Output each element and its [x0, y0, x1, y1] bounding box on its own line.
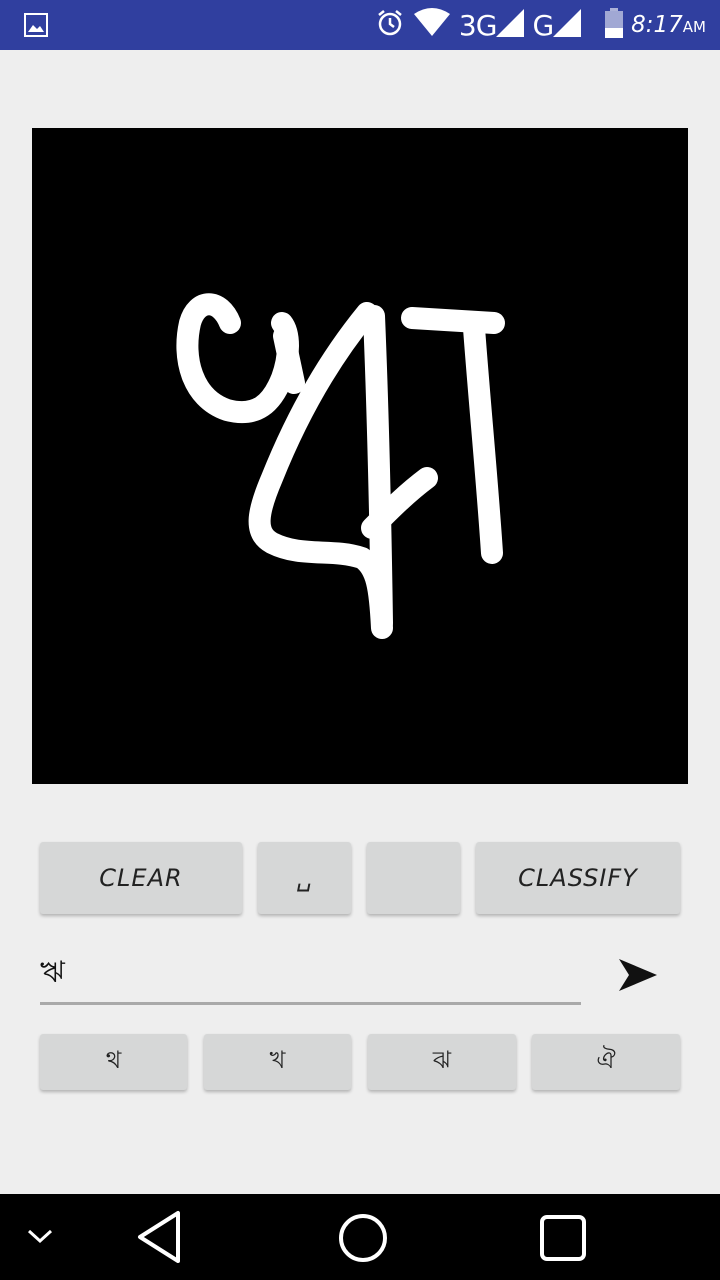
- handwritten-stroke: [176, 293, 505, 639]
- recent-apps-icon[interactable]: [540, 1215, 586, 1265]
- drawing-canvas[interactable]: [32, 128, 688, 784]
- result-text-field[interactable]: [40, 945, 581, 1005]
- suggestion-button[interactable]: ঐ: [532, 1034, 680, 1090]
- send-icon[interactable]: [615, 955, 659, 995]
- classify-button[interactable]: CLASSIFY: [476, 842, 680, 914]
- suggestion-button[interactable]: খ: [204, 1034, 351, 1090]
- navigation-bar: [0, 1194, 720, 1280]
- blank-button[interactable]: [367, 842, 460, 914]
- clock: 8:17AM: [631, 12, 706, 38]
- image-icon: [24, 13, 48, 41]
- wifi-icon: [413, 8, 451, 42]
- network-type-2: G: [532, 8, 554, 42]
- space-button[interactable]: ␣: [258, 842, 351, 914]
- back-icon[interactable]: [136, 1210, 182, 1268]
- suggestion-button[interactable]: থ: [40, 1034, 187, 1090]
- status-bar: 3G G 8:17AM: [0, 0, 720, 50]
- chevron-down-icon[interactable]: [26, 1226, 54, 1250]
- alarm-icon: [375, 8, 405, 42]
- signal-icon: [496, 9, 525, 41]
- clear-button[interactable]: CLEAR: [40, 842, 242, 914]
- suggestion-button[interactable]: ঝ: [368, 1034, 516, 1090]
- network-type-1: 3G: [458, 8, 498, 42]
- home-icon[interactable]: [338, 1213, 388, 1267]
- signal-icon-2: [553, 9, 582, 41]
- battery-icon: [605, 8, 624, 42]
